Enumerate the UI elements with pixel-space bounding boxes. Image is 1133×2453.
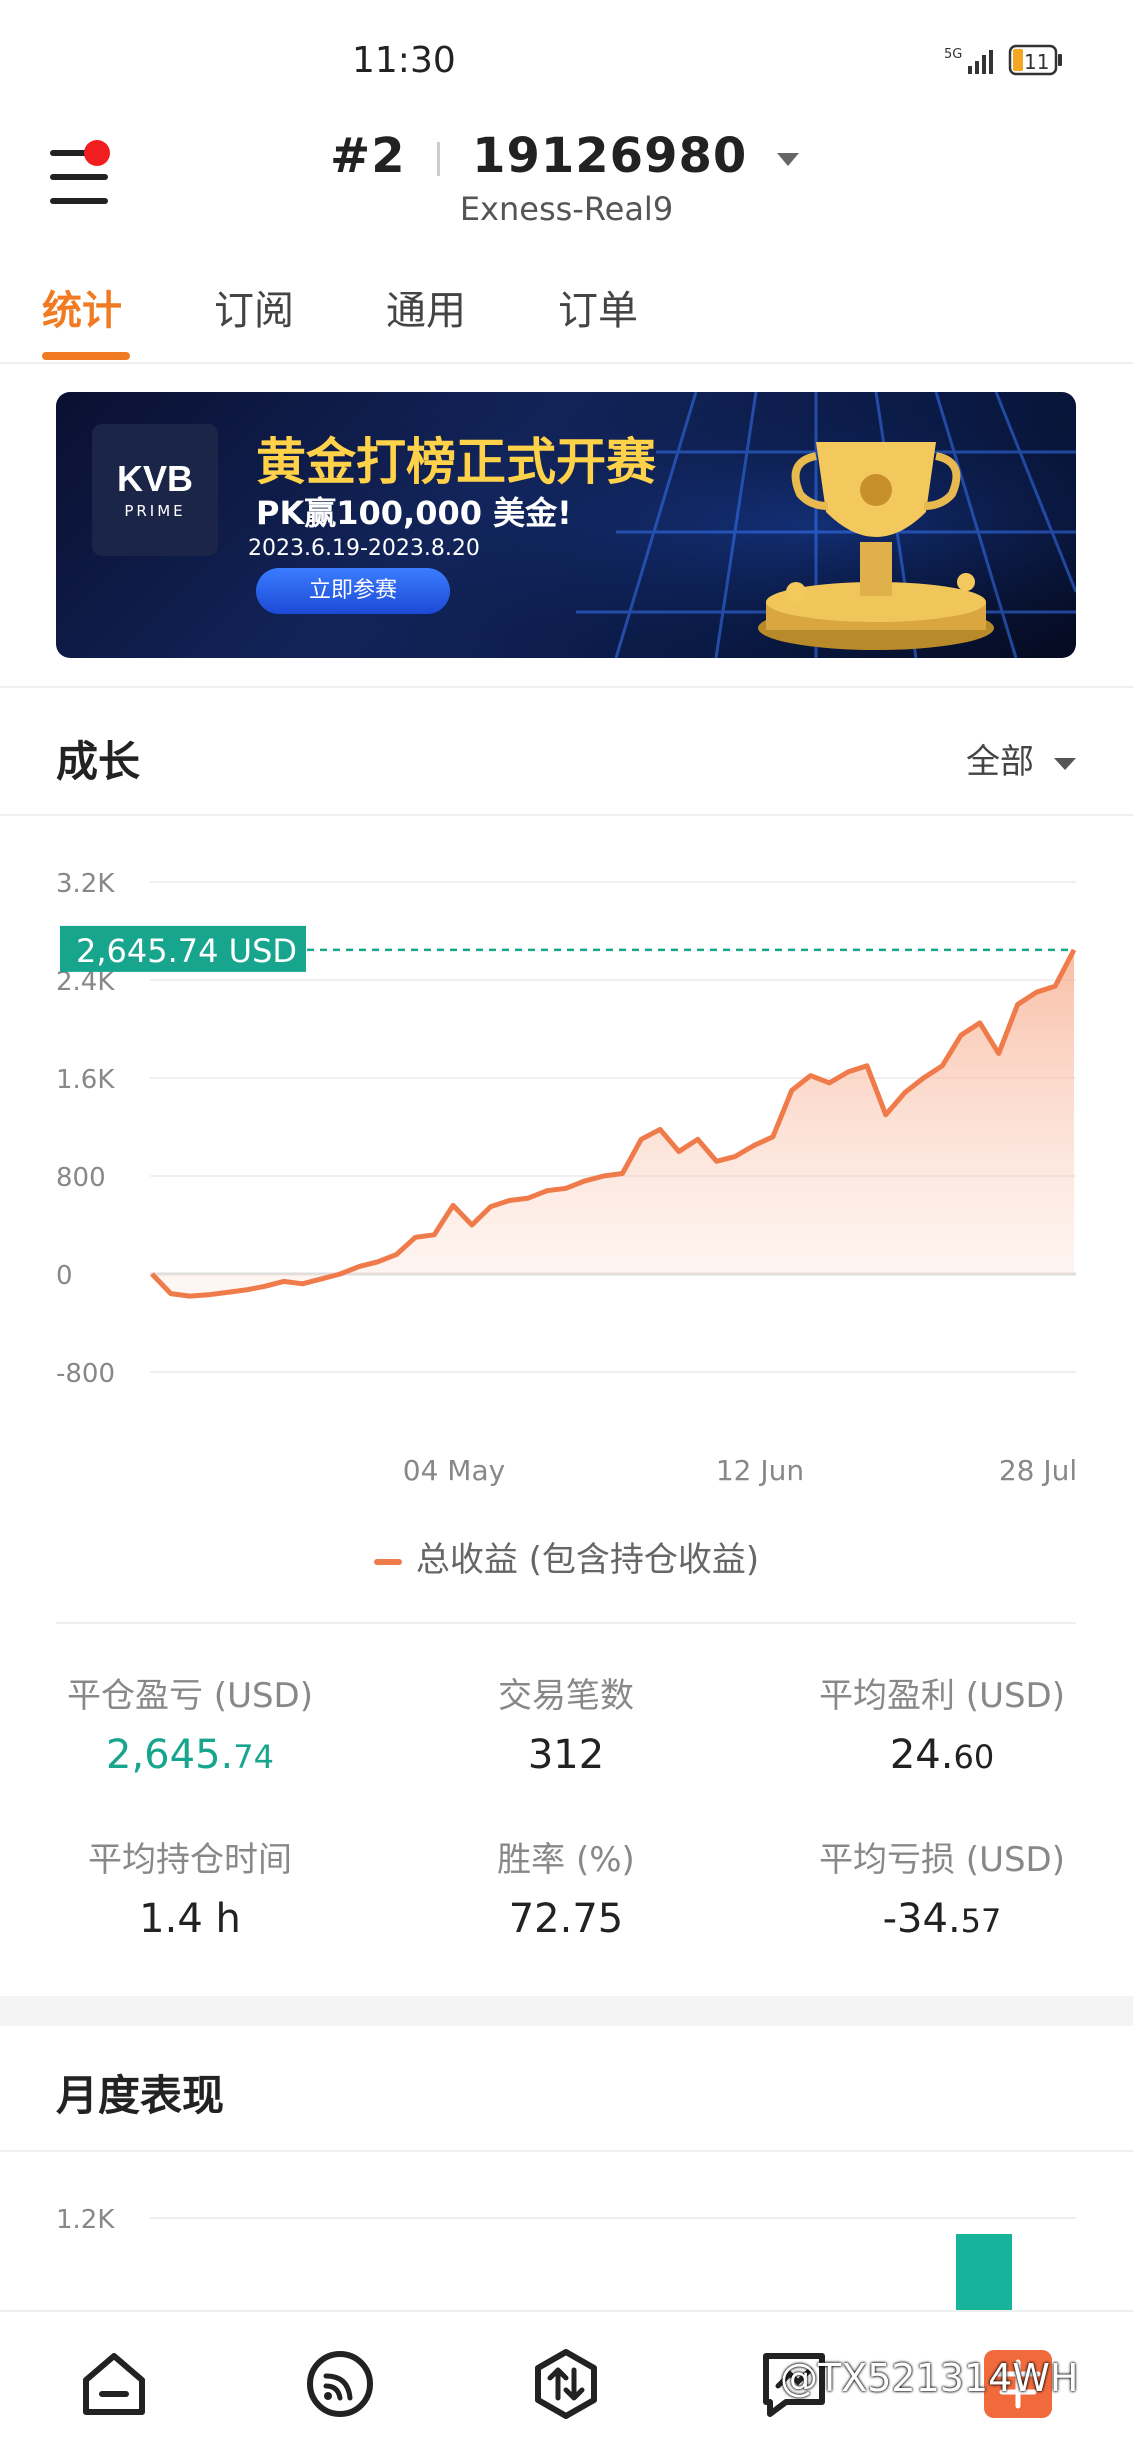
stat-value-main: 24. [889,1732,954,1778]
tab-general[interactable]: 通用 [386,278,466,336]
current-value-label: 2,645.74 USD [76,932,297,970]
monthly-chart[interactable]: 1.2K [0,2170,1133,2310]
monthly-bar[interactable] [956,2234,1012,2310]
chart-x-tick: 12 Jun [716,1454,804,1487]
growth-filter-dropdown[interactable]: 全部 [966,734,1079,783]
stat-value-closed-pnl: 2,645.74 [10,1732,370,1778]
legend-swatch [373,1558,402,1565]
chart-y-tick: 3.2K [56,869,115,899]
chart-y-tick: -800 [56,1359,115,1389]
divider [0,362,1133,364]
chart-x-tick: 28 Jul [999,1454,1077,1487]
monthly-ytick: 1.2K [56,2205,115,2235]
divider [0,2150,1133,2152]
status-time: 11:30 [352,40,456,81]
stat-value-win-rate: 72.75 [386,1896,746,1942]
stat-value-decimal: 60 [953,1738,995,1776]
divider [56,1622,1076,1624]
stat-label-trade-count: 交易笔数 [498,1676,634,1716]
status-icons: 5G 11 [940,42,1120,82]
stat-label-avg-profit: 平均盈利 (USD) [819,1676,1065,1716]
chevron-down-icon [776,153,799,166]
home-icon[interactable] [76,2346,152,2422]
chart-x-ticks: 04 May 12 Jun 28 Jul [403,1454,1077,1487]
account-number: 19126980 [472,128,748,184]
series-area [152,949,1074,1297]
stat-value-decimal: 74 [233,1738,274,1776]
stat-value-decimal: 57 [960,1902,1002,1940]
chart-y-tick: 0 [56,1261,73,1291]
chevron-down-icon [1053,757,1076,770]
battery-level: 11 [1024,50,1049,74]
growth-title: 成长 [56,737,141,786]
trade-icon[interactable] [528,2346,604,2422]
stat-label-closed-pnl: 平仓盈亏 (USD) [67,1676,313,1716]
join-button[interactable]: 立即参赛 [256,568,450,614]
banner-headline: 黄金打榜正式开赛 [256,433,656,491]
stat-label-avg-hold-time: 平均持仓时间 [88,1840,292,1880]
monthly-title: 月度表现 [56,2071,225,2120]
stat-value-main: 72.75 [508,1896,624,1942]
promo-banner[interactable]: KVB PRIME 黄金打榜正式开赛 PK赢100,000 美金! 2023.6… [56,392,1076,658]
logo-main: KVB [116,458,193,499]
banner-dates: 2023.6.19-2023.8.20 [248,536,480,561]
divider [437,142,441,176]
stat-value-main: 2,645. [106,1732,234,1778]
chart-y-tick: 800 [56,1163,106,1193]
tab-orders[interactable]: 订单 [558,278,638,336]
stat-value-main: 1.4 h [139,1896,241,1942]
signal-icon[interactable] [302,2346,378,2422]
stat-value-trade-count: 312 [386,1732,746,1778]
trophy-icon [758,442,994,650]
section-gap [0,1996,1133,2026]
account-index: #2 [330,128,406,184]
bottom-nav: @TX521314WH [0,2310,1133,2453]
chart-legend: 总收益 (包含持仓收益) [0,1532,1133,1581]
watermark: @TX521314WH [780,2356,1079,2400]
divider [0,814,1133,816]
tab-subscribe[interactable]: 订阅 [214,278,294,336]
network-label: 5G [944,47,962,62]
logo-sub: PRIME [124,502,186,520]
kvb-logo: KVB PRIME [92,424,218,556]
tab-indicator [42,352,130,360]
stat-label-avg-loss: 平均亏损 (USD) [819,1840,1065,1880]
signal-battery-icon: 5G 11 [944,44,1062,76]
stat-value-avg-loss: -34.57 [762,1896,1122,1942]
legend-label: 总收益 (包含持仓收益) [415,1540,760,1580]
stat-label-win-rate: 胜率 (%) [497,1840,635,1880]
divider [0,686,1133,688]
banner-subline: PK赢100,000 美金! [256,494,572,532]
filter-label: 全部 [966,742,1034,782]
tab-statistics[interactable]: 统计 [42,278,122,336]
stat-value-avg-profit: 24.60 [762,1732,1122,1778]
growth-chart[interactable]: 3.2K2.4K1.6K8000-800 04 May 12 Jun 28 Jul … [0,840,1133,1500]
chart-x-tick: 04 May [403,1454,505,1487]
stat-value-main: 312 [527,1732,605,1778]
account-selector[interactable]: #2 19126980 [0,128,1133,184]
chart-y-tick: 1.6K [56,1065,115,1095]
stat-value-avg-hold-time: 1.4 h [10,1896,370,1942]
stat-value-main: -34. [882,1896,961,1942]
server-name: Exness-Real9 [459,190,674,228]
